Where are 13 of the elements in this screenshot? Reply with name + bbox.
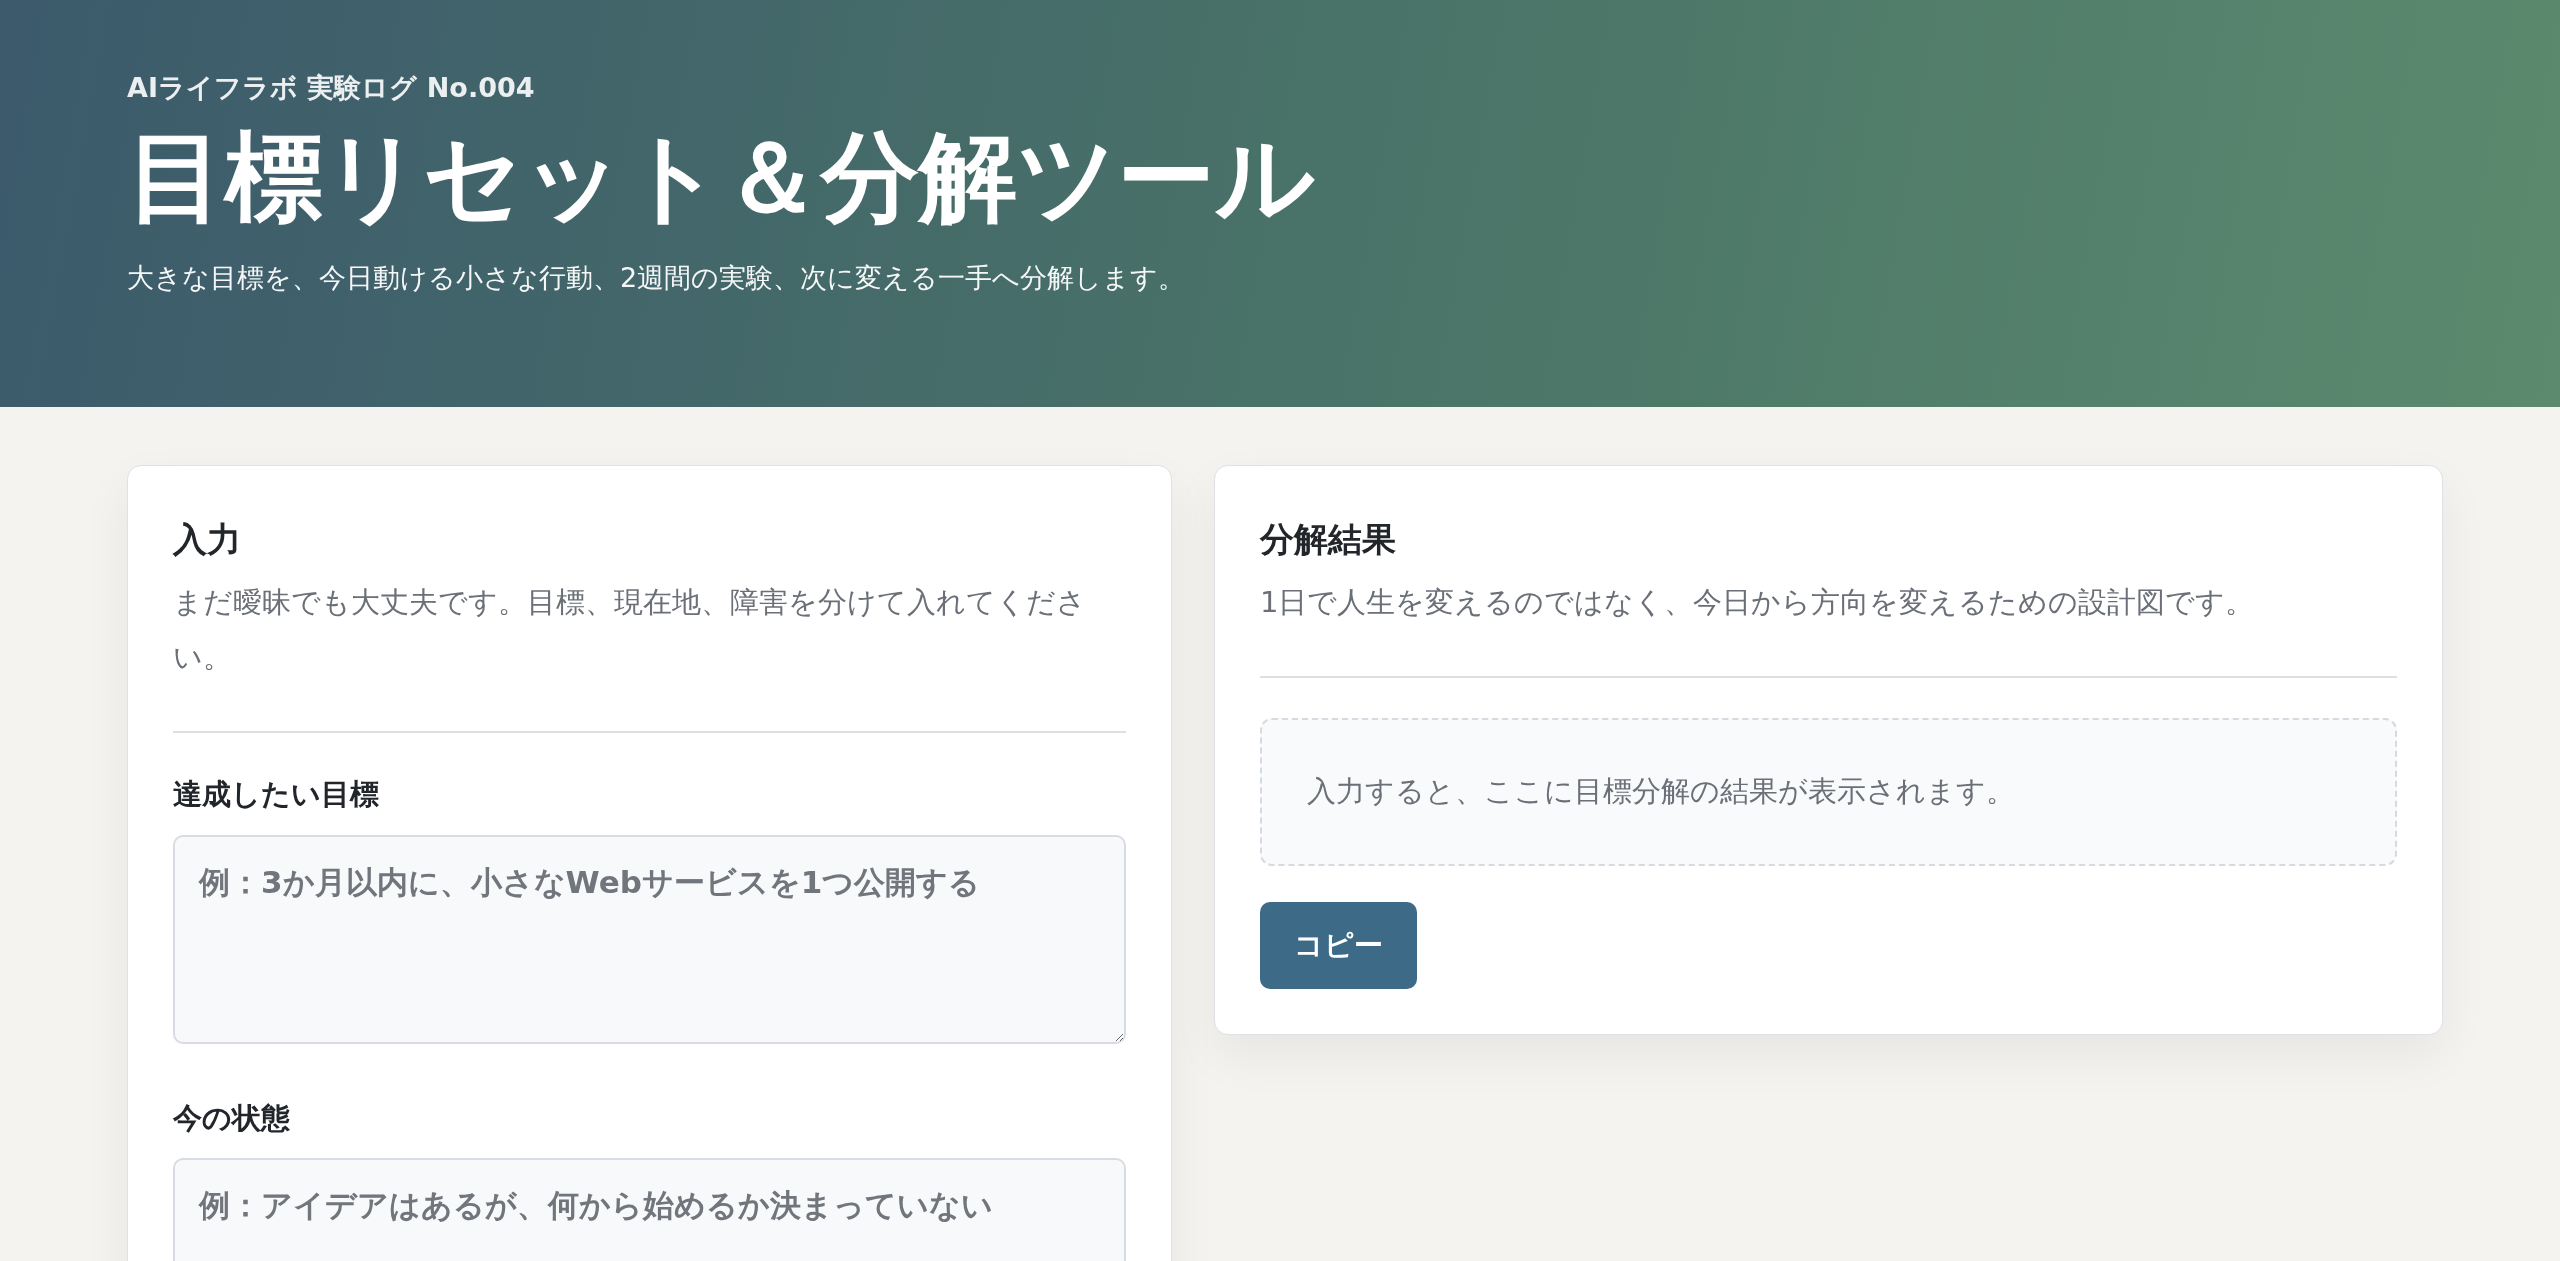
- text-input-field[interactable]: 例：アイデアはあるが、何から始めるか決まっていない: [173, 1158, 1126, 1261]
- input-heading: 入力: [173, 518, 242, 561]
- input-description: まだ曖昧でも大丈夫です。目標、現在地、障害を分けて入れてください。: [173, 584, 1087, 677]
- text-input-field[interactable]: 例：3か月以内に、小さなWebサービスを1つ公開する: [173, 834, 1126, 1044]
- eyebrow-text: AIライフラボ 実験ログ No.004: [127, 71, 536, 105]
- field-label: 今の状態: [173, 1099, 291, 1137]
- page-title: 目標リセット＆分解ツール: [127, 118, 1316, 236]
- result-description: 1日で人生を変えるのではなく、今日から方向を変えるための設計図です。: [1260, 584, 2256, 621]
- result-heading: 分解結果: [1260, 518, 1397, 561]
- page-subtitle: 大きな目標を、今日動ける小さな行動、2週間の実験、次に変える一手へ分解します。: [127, 261, 1187, 296]
- empty-result-message: 入力すると、ここに目標分解の結果が表示されます。: [1260, 718, 2397, 866]
- field-label: 達成したい目標: [173, 776, 380, 814]
- copy-button[interactable]: コピー: [1260, 901, 1417, 990]
